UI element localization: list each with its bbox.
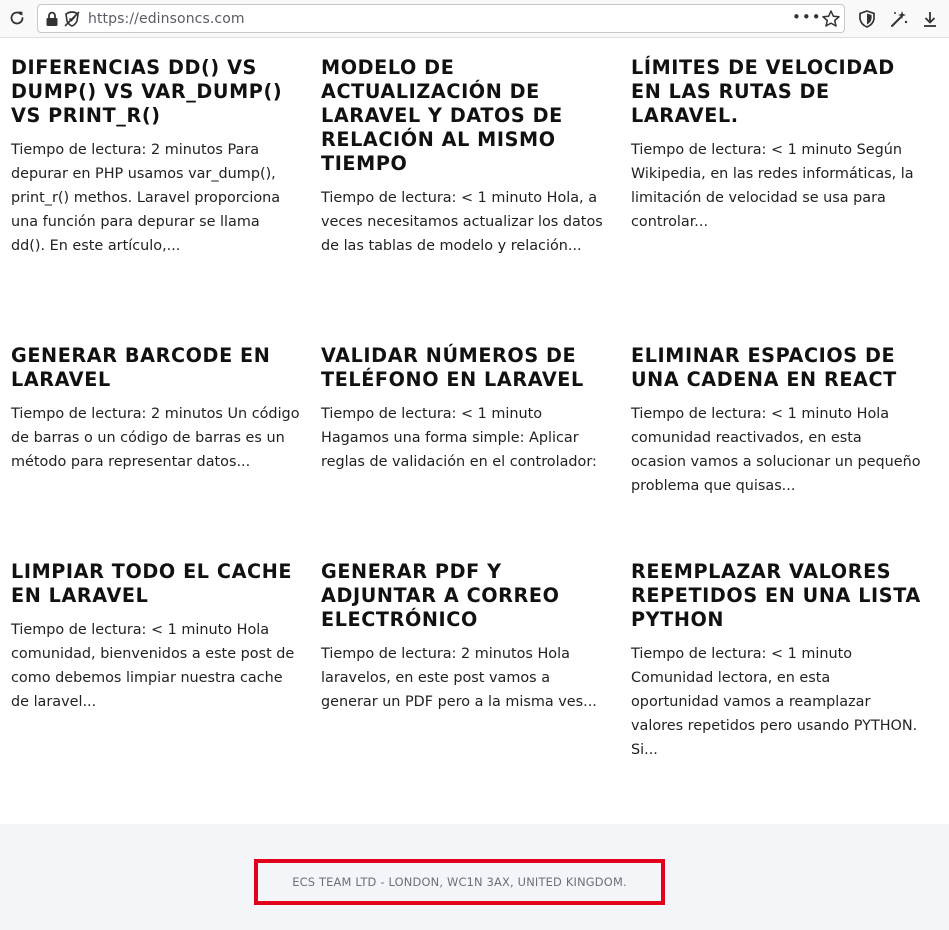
post-excerpt: Tiempo de lectura: < 1 minuto Hagamos un…: [321, 406, 597, 470]
post-excerpt: Tiempo de lectura: < 1 minuto Según Wiki…: [631, 142, 914, 230]
post-card: LÍMITES DE VELOCIDAD EN LAS RUTAS DE LAR…: [631, 56, 921, 234]
post-title[interactable]: DIFERENCIAS DD() VS DUMP() VS VAR_DUMP()…: [11, 56, 301, 128]
footer-address: ECS TEAM LTD - LONDON, WC1N 3AX, UNITED …: [292, 875, 627, 889]
page-actions-icon[interactable]: •••: [792, 8, 822, 26]
shield-icon[interactable]: [857, 9, 877, 29]
address-bar[interactable]: https://edinsoncs.com •••: [37, 4, 845, 33]
post-excerpt: Tiempo de lectura: < 1 minuto Comunidad …: [631, 646, 918, 758]
post-title[interactable]: GENERAR PDF Y ADJUNTAR A CORREO ELECTRÓN…: [321, 560, 611, 632]
post-card: REEMPLAZAR VALORES REPETIDOS EN UNA LIST…: [631, 560, 921, 762]
post-title[interactable]: MODELO DE ACTUALIZACIÓN DE LARAVEL Y DAT…: [321, 56, 611, 176]
post-title[interactable]: VALIDAR NÚMEROS DE TELÉFONO EN LARAVEL: [321, 344, 611, 392]
site-footer: ECS TEAM LTD - LONDON, WC1N 3AX, UNITED …: [0, 824, 949, 930]
post-title[interactable]: ELIMINAR ESPACIOS DE UNA CADENA EN REACT: [631, 344, 921, 392]
post-title[interactable]: LÍMITES DE VELOCIDAD EN LAS RUTAS DE LAR…: [631, 56, 921, 128]
tracking-protection-icon[interactable]: [63, 10, 81, 28]
download-icon[interactable]: [920, 9, 940, 29]
posts-grid: DIFERENCIAS DD() VS DUMP() VS VAR_DUMP()…: [0, 39, 949, 824]
post-excerpt: Tiempo de lectura: 2 minutos Para depura…: [11, 142, 281, 254]
post-excerpt: Tiempo de lectura: < 1 minuto Hola, a ve…: [321, 190, 603, 254]
url-text: https://edinsoncs.com: [88, 11, 245, 27]
post-title[interactable]: LIMPIAR TODO EL CACHE EN LARAVEL: [11, 560, 301, 608]
customize-icon[interactable]: [889, 9, 909, 29]
post-title[interactable]: GENERAR BARCODE EN LARAVEL: [11, 344, 301, 392]
post-title[interactable]: REEMPLAZAR VALORES REPETIDOS EN UNA LIST…: [631, 560, 921, 632]
post-card: GENERAR PDF Y ADJUNTAR A CORREO ELECTRÓN…: [321, 560, 611, 714]
post-card: VALIDAR NÚMEROS DE TELÉFONO EN LARAVEL T…: [321, 344, 611, 474]
bookmark-star-icon[interactable]: [821, 9, 841, 29]
browser-toolbar: https://edinsoncs.com •••: [0, 0, 949, 38]
post-card: ELIMINAR ESPACIOS DE UNA CADENA EN REACT…: [631, 344, 921, 498]
post-card: MODELO DE ACTUALIZACIÓN DE LARAVEL Y DAT…: [321, 56, 611, 258]
reload-icon[interactable]: [8, 9, 26, 27]
post-excerpt: Tiempo de lectura: < 1 minuto Hola comun…: [11, 622, 295, 710]
post-card: DIFERENCIAS DD() VS DUMP() VS VAR_DUMP()…: [11, 56, 301, 258]
post-excerpt: Tiempo de lectura: < 1 minuto Hola comun…: [631, 406, 921, 494]
post-excerpt: Tiempo de lectura: 2 minutos Un código d…: [11, 406, 300, 470]
lock-icon[interactable]: [45, 11, 59, 27]
post-card: LIMPIAR TODO EL CACHE EN LARAVEL Tiempo …: [11, 560, 301, 714]
post-card: GENERAR BARCODE EN LARAVEL Tiempo de lec…: [11, 344, 301, 474]
footer-address-highlight: ECS TEAM LTD - LONDON, WC1N 3AX, UNITED …: [254, 859, 665, 905]
post-excerpt: Tiempo de lectura: 2 minutos Hola larave…: [321, 646, 597, 710]
